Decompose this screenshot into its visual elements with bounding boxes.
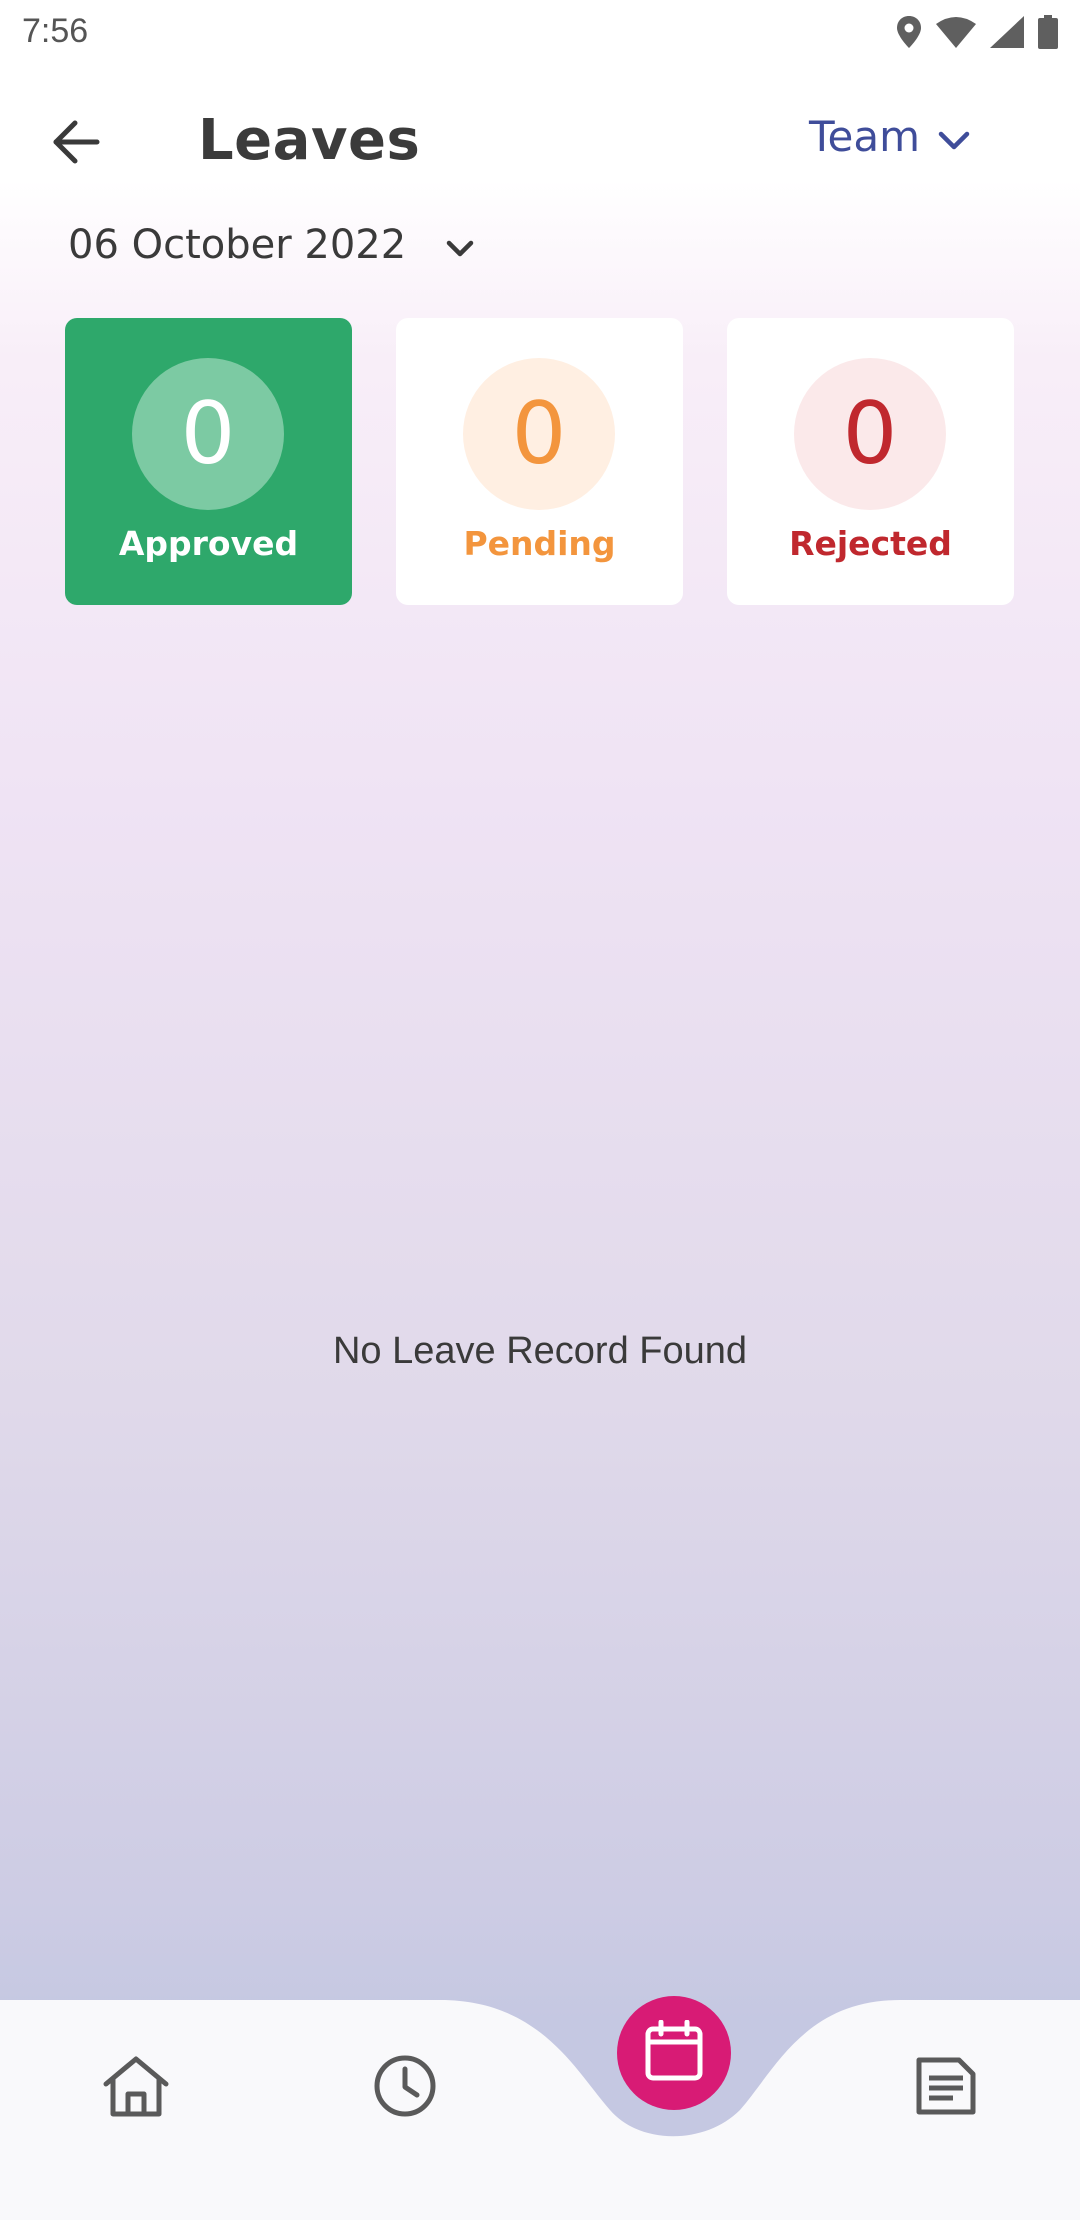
bottom-navigation xyxy=(0,1996,1080,2220)
nav-attendance[interactable] xyxy=(365,2048,445,2128)
nav-leaves-active[interactable] xyxy=(617,1996,731,2110)
rejected-card[interactable]: 0 Rejected xyxy=(727,318,1014,605)
signal-icon xyxy=(990,16,1024,48)
clock-icon xyxy=(372,2053,438,2123)
date-filter-value: 06 October 2022 xyxy=(68,222,407,268)
approved-label: Approved xyxy=(118,524,299,563)
wifi-icon xyxy=(936,16,976,48)
home-icon xyxy=(101,2054,171,2122)
leave-summary-cards: 0 Approved 0 Pending 0 Rejected xyxy=(65,318,1015,605)
status-time: 7:56 xyxy=(22,12,89,50)
team-filter-dropdown[interactable]: Team xyxy=(809,112,970,161)
team-filter-value: Team xyxy=(808,112,920,161)
page-title: Leaves xyxy=(198,108,421,173)
approved-count: 0 xyxy=(132,358,284,510)
chevron-down-icon xyxy=(446,222,474,268)
status-icons xyxy=(896,14,1058,50)
rejected-label: Rejected xyxy=(789,524,952,563)
battery-icon xyxy=(1038,15,1058,49)
rejected-count: 0 xyxy=(794,358,946,510)
pending-label: Pending xyxy=(463,524,616,563)
back-button[interactable] xyxy=(46,114,106,174)
app-header: Leaves Team xyxy=(0,100,1080,186)
nav-documents[interactable] xyxy=(906,2048,986,2128)
chevron-down-icon xyxy=(938,112,970,161)
pending-card[interactable]: 0 Pending xyxy=(396,318,683,605)
approved-card[interactable]: 0 Approved xyxy=(65,318,352,605)
empty-state-message: No Leave Record Found xyxy=(332,1330,748,1372)
document-icon xyxy=(915,2056,977,2120)
calendar-icon xyxy=(644,2019,704,2086)
arrow-left-icon xyxy=(51,120,101,168)
status-bar: 7:56 xyxy=(0,0,1080,66)
nav-home[interactable] xyxy=(96,2048,176,2128)
location-icon xyxy=(896,15,922,49)
date-filter-dropdown[interactable]: 06 October 2022 xyxy=(68,222,474,268)
pending-count: 0 xyxy=(463,358,615,510)
